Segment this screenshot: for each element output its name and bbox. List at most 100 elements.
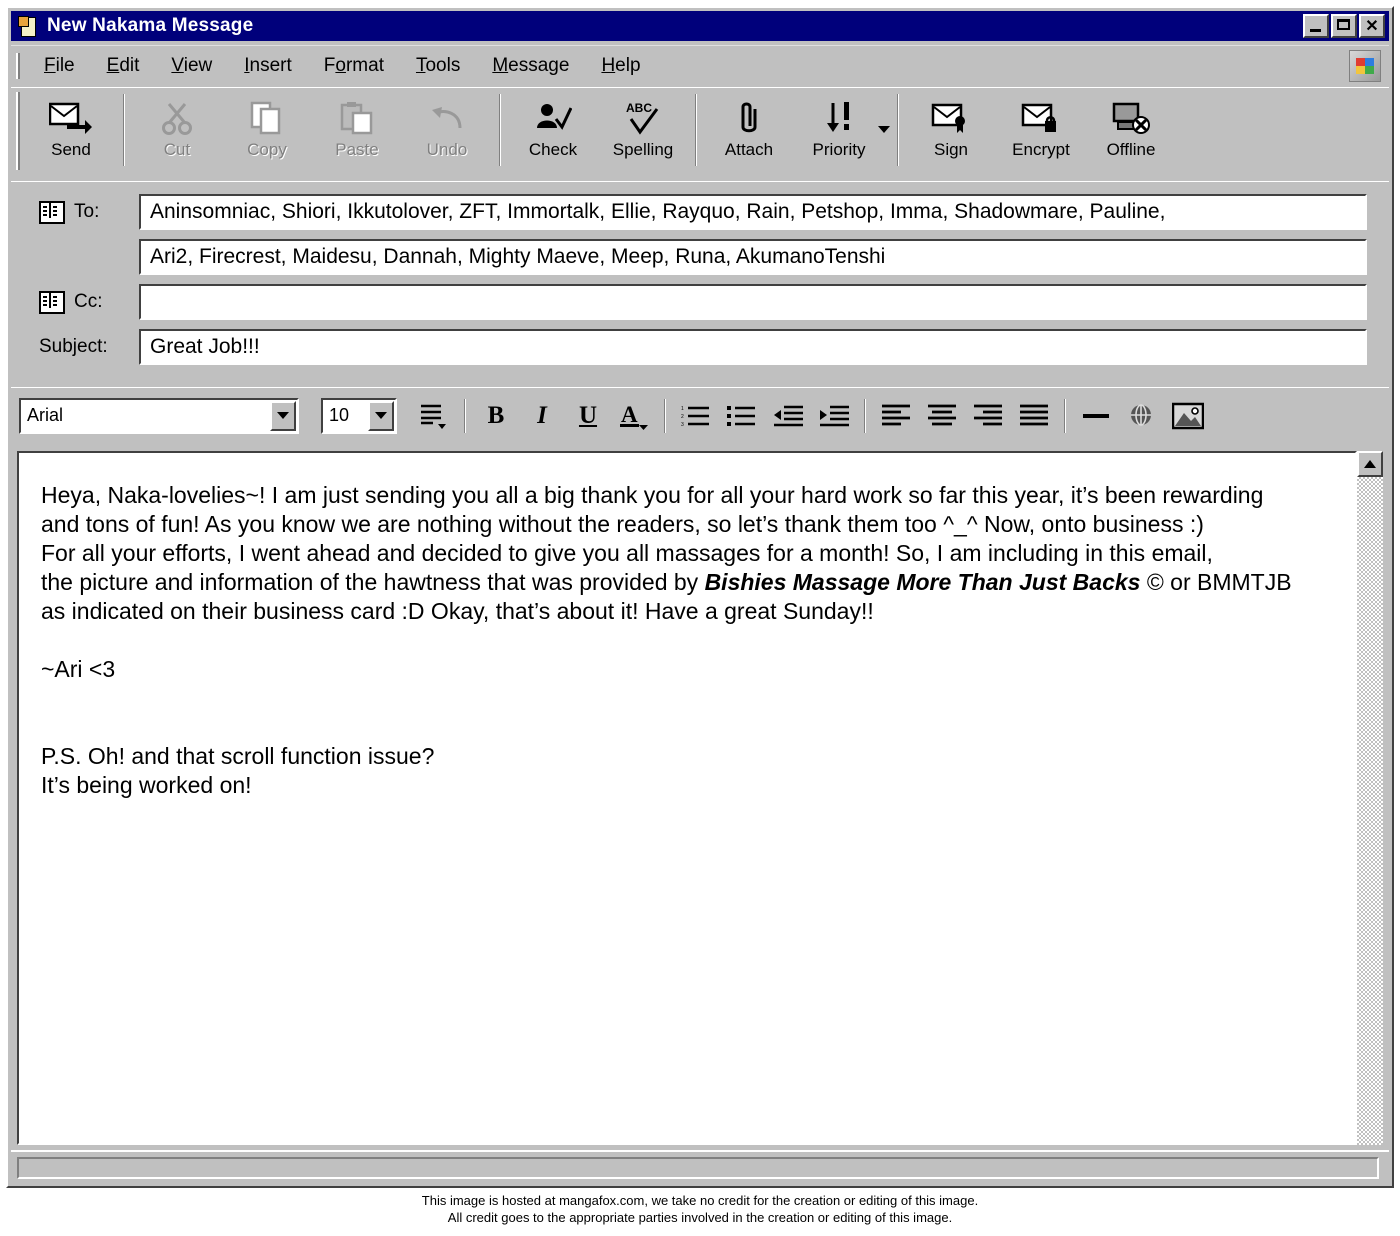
cc-label-group[interactable]: Cc: [11,290,139,314]
font-size-select[interactable]: 10 [321,397,397,434]
window-title: New Nakama Message [47,15,254,36]
font-color-button[interactable]: A [611,396,657,436]
sign-button[interactable]: Sign [906,92,996,170]
decrease-indent-button[interactable] [765,396,811,436]
offline-button[interactable]: Offline [1086,92,1176,170]
message-document-icon [17,15,39,37]
insert-hyperlink-icon [1127,402,1157,430]
to-label: To: [74,201,100,222]
menu-format[interactable]: Format [308,53,400,79]
address-book-icon[interactable] [39,200,65,224]
company-name-emphasis: Bishies Massage More Than Just Backs [704,569,1141,595]
align-center-button[interactable] [919,396,965,436]
minimize-button[interactable] [1303,14,1329,38]
message-body-text: Heya, Naka-lovelies~! I am just sending … [41,481,1341,800]
body-signature: ~Ari <3 [41,656,116,682]
insert-picture-button[interactable] [1165,396,1211,436]
cut-button[interactable]: Cut [132,92,222,170]
justify-button[interactable] [1011,396,1057,436]
menu-edit[interactable]: Edit [91,53,156,79]
paste-button[interactable]: Paste [312,92,402,170]
menubar: File Edit View Insert Format Tools Messa… [11,45,1389,85]
close-button[interactable]: ✕ [1359,14,1385,38]
increase-indent-icon [818,403,850,429]
body-line-2: and tons of fun! As you know we are noth… [41,511,1204,537]
italic-button[interactable]: I [519,396,565,436]
insert-hyperlink-button[interactable] [1119,396,1165,436]
chevron-down-icon[interactable] [270,400,296,431]
body-line-1: Heya, Naka-lovelies~! I am just sending … [41,482,1264,508]
undo-button[interactable]: Undo [402,92,492,170]
to-input-line1[interactable]: Aninsomniac, Shiori, Ikkutolover, ZFT, I… [139,194,1367,230]
encrypt-button[interactable]: Encrypt [996,92,1086,170]
subject-input[interactable]: Great Job!!! [139,329,1367,365]
sign-label: Sign [933,140,969,159]
message-headers: To: Aninsomniac, Shiori, Ikkutolover, ZF… [11,181,1389,383]
statusbar [11,1150,1389,1183]
toolbar-grip[interactable] [16,92,20,170]
spelling-button[interactable]: ABC Spelling [598,92,688,170]
copy-label: Copy [247,140,287,159]
svg-text:2: 2 [681,414,684,420]
menu-message[interactable]: Message [476,53,585,79]
align-left-button[interactable] [873,396,919,436]
attach-button[interactable]: Attach [704,92,794,170]
encrypt-lock-envelope-icon [1021,98,1061,138]
titlebar[interactable]: New Nakama Message ✕ [11,11,1389,41]
horizontal-line-button[interactable] [1073,396,1119,436]
increase-indent-button[interactable] [811,396,857,436]
triangle-up-icon [1364,460,1376,468]
priority-dropdown-arrow-icon[interactable] [878,126,890,133]
formatting-toolbar: Arial 10 B I U A 1 2 3 [11,387,1389,443]
spelling-label: Spelling [612,140,674,159]
horizontal-line-icon [1081,403,1111,429]
toolbar-separator [499,94,501,166]
menu-view[interactable]: View [155,53,228,79]
paste-label: Paste [335,140,379,159]
copy-button[interactable]: Copy [222,92,312,170]
align-right-icon [973,403,1003,429]
font-color-icon: A [618,401,650,431]
decrease-indent-icon [772,403,804,429]
address-book-icon[interactable] [39,290,65,314]
insert-picture-icon [1172,402,1204,430]
maximize-button[interactable] [1331,14,1357,38]
to-input-line2[interactable]: Ari2, Firecrest, Maidesu, Dannah, Mighty… [139,239,1367,275]
chevron-down-icon[interactable] [368,400,394,431]
svg-text:1: 1 [681,406,684,412]
font-size-value: 10 [329,405,350,425]
scroll-up-button[interactable] [1357,451,1383,477]
format-separator [464,398,466,433]
bold-button[interactable]: B [473,396,519,436]
menu-file[interactable]: File [28,53,91,79]
to-label-group[interactable]: To: [11,200,139,224]
underline-button[interactable]: U [565,396,611,436]
menubar-grip[interactable] [16,52,20,79]
offline-monitor-icon [1112,98,1150,138]
priority-button[interactable]: Priority [794,92,884,170]
message-body-editor[interactable]: Heya, Naka-lovelies~! I am just sending … [17,451,1357,1145]
window-controls: ✕ [1303,14,1385,38]
paragraph-style-button[interactable] [411,396,457,436]
body-line-5: as indicated on their business card :D O… [41,598,874,624]
cc-input[interactable] [139,284,1367,320]
abc-spellcheck-icon: ABC [623,98,663,138]
copy-pages-icon [250,98,284,138]
subject-label: Subject: [39,336,108,357]
bulleted-list-button[interactable] [719,396,765,436]
mail-compose-window: New Nakama Message ✕ File Edit View Inse… [6,6,1394,1188]
menu-insert[interactable]: Insert [228,53,308,79]
numbered-list-button[interactable]: 1 2 3 [673,396,719,436]
check-names-button[interactable]: Check [508,92,598,170]
body-line-4-post: © or BMMTJB [1140,569,1292,595]
body-ps-line-2: It’s being worked on! [41,772,252,798]
align-right-button[interactable] [965,396,1011,436]
font-family-select[interactable]: Arial [19,397,299,434]
send-button[interactable]: Send [26,92,116,170]
numbered-list-icon: 1 2 3 [681,403,711,429]
body-vertical-scrollbar[interactable] [1357,451,1383,1145]
menu-tools[interactable]: Tools [400,53,476,79]
menu-help[interactable]: Help [585,53,656,79]
app-brand-logo [1349,50,1381,82]
sign-envelope-icon [931,98,971,138]
